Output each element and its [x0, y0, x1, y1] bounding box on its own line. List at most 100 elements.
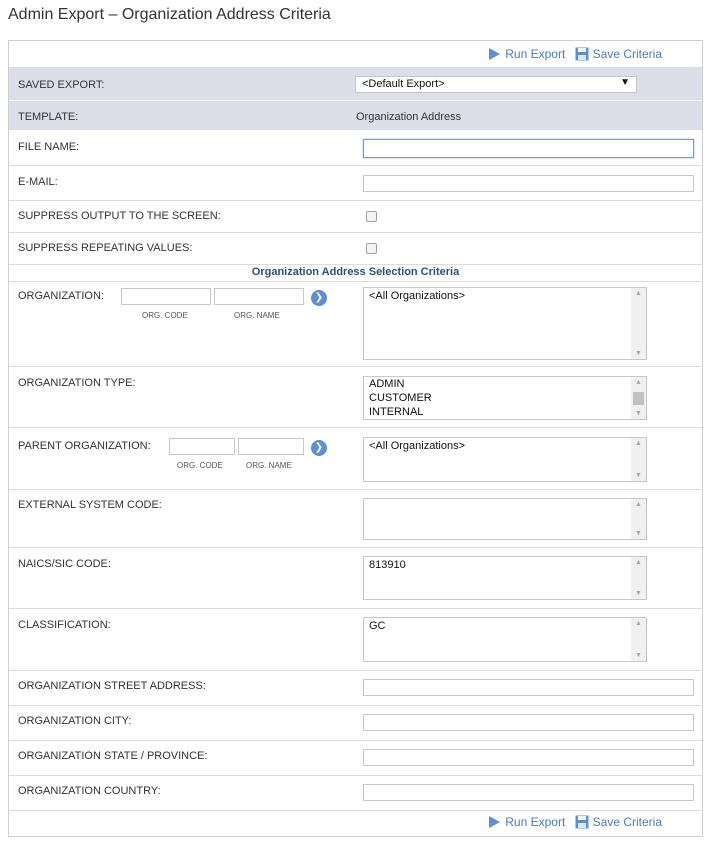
country-label: ORGANIZATION COUNTRY: — [18, 785, 161, 797]
scroll-thumb[interactable] — [633, 392, 644, 405]
street-address-row: ORGANIZATION STREET ADDRESS: — [9, 671, 702, 706]
scroll-up-icon[interactable]: ▲ — [631, 440, 646, 447]
email-input[interactable] — [363, 175, 694, 192]
scroll-up-icon[interactable]: ▲ — [631, 559, 646, 566]
list-item[interactable]: CUSTOMER — [369, 391, 432, 405]
list-item[interactable]: INTERNAL — [369, 405, 432, 419]
org-code-caption: ORG. CODE — [142, 311, 188, 320]
run-export-button-bottom[interactable]: Run Export — [488, 815, 565, 829]
top-action-bar: Run Export Save Criteria — [9, 41, 702, 68]
save-criteria-button-top[interactable]: Save Criteria — [575, 47, 662, 61]
external-system-code-label: EXTERNAL SYSTEM CODE: — [18, 499, 162, 511]
naics-sic-code-label: NAICS/SIC CODE: — [18, 558, 111, 570]
run-export-label: Run Export — [505, 815, 566, 829]
scroll-down-icon[interactable]: ▼ — [631, 350, 646, 357]
template-label: TEMPLATE: — [18, 111, 79, 123]
naics-sic-code-listbox[interactable]: 813910 ▲ ▼ — [363, 556, 647, 600]
section-heading: Organization Address Selection Criteria — [251, 266, 460, 278]
organization-type-label: ORGANIZATION TYPE: — [18, 377, 136, 389]
listbox-scrollbar[interactable]: ▲ ▼ — [631, 377, 646, 419]
org-name-input[interactable] — [214, 288, 304, 305]
list-item[interactable]: ADMIN — [369, 377, 432, 391]
org-code-input[interactable] — [121, 288, 211, 305]
save-criteria-label: Save Criteria — [592, 815, 662, 829]
street-address-input[interactable] — [363, 679, 694, 696]
parent-org-name-input[interactable] — [238, 438, 304, 455]
bottom-action-bar: Run Export Save Criteria — [9, 811, 702, 836]
external-system-code-listbox[interactable]: ▲ ▼ — [363, 498, 647, 540]
suppress-output-row: SUPPRESS OUTPUT TO THE SCREEN: — [9, 201, 702, 233]
org-name-caption: ORG. NAME — [234, 311, 280, 320]
parent-org-code-caption: ORG. CODE — [177, 461, 223, 470]
export-criteria-panel: Run Export Save Criteria SAVED EXPORT: <… — [8, 40, 703, 837]
country-input[interactable] — [363, 784, 694, 801]
listbox-scrollbar[interactable]: ▲ ▼ — [631, 618, 646, 661]
classification-row: CLASSIFICATION: GC ▲ ▼ — [9, 609, 702, 671]
file-name-input[interactable] — [363, 139, 694, 158]
play-icon — [488, 47, 501, 61]
chevron-right-icon[interactable]: ❯ — [311, 440, 327, 456]
scroll-down-icon[interactable]: ▼ — [631, 410, 646, 417]
run-export-button-top[interactable]: Run Export — [488, 47, 565, 61]
scroll-up-icon[interactable]: ▲ — [631, 379, 646, 386]
scroll-up-icon[interactable]: ▲ — [631, 501, 646, 508]
state-label: ORGANIZATION STATE / PROVINCE: — [18, 750, 208, 762]
parent-organization-listbox[interactable]: <All Organizations> ▲ ▼ — [363, 437, 647, 482]
city-row: ORGANIZATION CITY: — [9, 706, 702, 741]
organization-type-listbox[interactable]: ADMIN CUSTOMER INTERNAL ▲ ▼ — [363, 376, 647, 420]
scroll-up-icon[interactable]: ▲ — [631, 620, 646, 627]
saved-export-select[interactable]: <Default Export> ▼ — [355, 76, 637, 93]
saved-export-label: SAVED EXPORT: — [18, 79, 105, 91]
organization-label: ORGANIZATION: — [18, 290, 104, 302]
parent-organization-row: PARENT ORGANIZATION: ORG. CODE ORG. NAME… — [9, 428, 702, 490]
file-name-label: FILE NAME: — [18, 141, 80, 153]
suppress-repeating-row: SUPPRESS REPEATING VALUES: — [9, 233, 702, 265]
dropdown-arrow-icon: ▼ — [620, 77, 630, 88]
floppy-disk-icon — [575, 47, 589, 61]
scroll-down-icon[interactable]: ▼ — [631, 472, 646, 479]
state-input[interactable] — [363, 749, 694, 766]
file-name-row: FILE NAME: — [9, 131, 702, 166]
chevron-right-icon[interactable]: ❯ — [311, 290, 327, 306]
organization-type-row: ORGANIZATION TYPE: ADMIN CUSTOMER INTERN… — [9, 367, 702, 428]
organization-listbox[interactable]: <All Organizations> ▲ ▼ — [363, 287, 647, 360]
list-item[interactable]: <All Organizations> — [369, 289, 465, 303]
scroll-down-icon[interactable]: ▼ — [631, 530, 646, 537]
scroll-up-icon[interactable]: ▲ — [631, 290, 646, 297]
listbox-scrollbar[interactable]: ▲ ▼ — [631, 499, 646, 539]
state-row: ORGANIZATION STATE / PROVINCE: — [9, 741, 702, 776]
play-icon — [488, 815, 501, 829]
city-input[interactable] — [363, 714, 694, 731]
saved-export-row: SAVED EXPORT: <Default Export> ▼ — [9, 68, 702, 101]
list-item[interactable]: <All Organizations> — [369, 439, 465, 453]
street-address-label: ORGANIZATION STREET ADDRESS: — [18, 680, 206, 692]
classification-listbox[interactable]: GC ▲ ▼ — [363, 617, 647, 662]
suppress-repeating-label: SUPPRESS REPEATING VALUES: — [18, 242, 193, 254]
save-criteria-button-bottom[interactable]: Save Criteria — [575, 815, 662, 829]
scroll-down-icon[interactable]: ▼ — [631, 590, 646, 597]
suppress-repeating-checkbox[interactable] — [366, 243, 377, 254]
list-item[interactable]: GC — [369, 619, 386, 633]
floppy-disk-icon — [575, 815, 589, 829]
template-value: Organization Address — [356, 111, 462, 123]
country-row: ORGANIZATION COUNTRY: — [9, 776, 702, 811]
run-export-label: Run Export — [505, 47, 566, 61]
saved-export-value: <Default Export> — [362, 78, 445, 90]
save-criteria-label: Save Criteria — [592, 47, 662, 61]
organization-row: ORGANIZATION: ORG. CODE ORG. NAME ❯ <All… — [9, 281, 702, 367]
parent-org-code-input[interactable] — [169, 438, 235, 455]
listbox-scrollbar[interactable]: ▲ ▼ — [631, 288, 646, 359]
listbox-scrollbar[interactable]: ▲ ▼ — [631, 438, 646, 481]
parent-org-name-caption: ORG. NAME — [246, 461, 292, 470]
parent-organization-label: PARENT ORGANIZATION: — [18, 440, 151, 452]
email-label: E-MAIL: — [18, 176, 58, 188]
suppress-output-label: SUPPRESS OUTPUT TO THE SCREEN: — [18, 210, 221, 222]
scroll-down-icon[interactable]: ▼ — [631, 652, 646, 659]
external-system-code-row: EXTERNAL SYSTEM CODE: ▲ ▼ — [9, 490, 702, 548]
template-row: TEMPLATE: Organization Address — [9, 101, 702, 131]
list-item[interactable]: 813910 — [369, 558, 406, 572]
suppress-output-checkbox[interactable] — [366, 211, 377, 222]
page-title: Admin Export – Organization Address Crit… — [8, 6, 331, 23]
listbox-scrollbar[interactable]: ▲ ▼ — [631, 557, 646, 599]
email-row: E-MAIL: — [9, 166, 702, 201]
